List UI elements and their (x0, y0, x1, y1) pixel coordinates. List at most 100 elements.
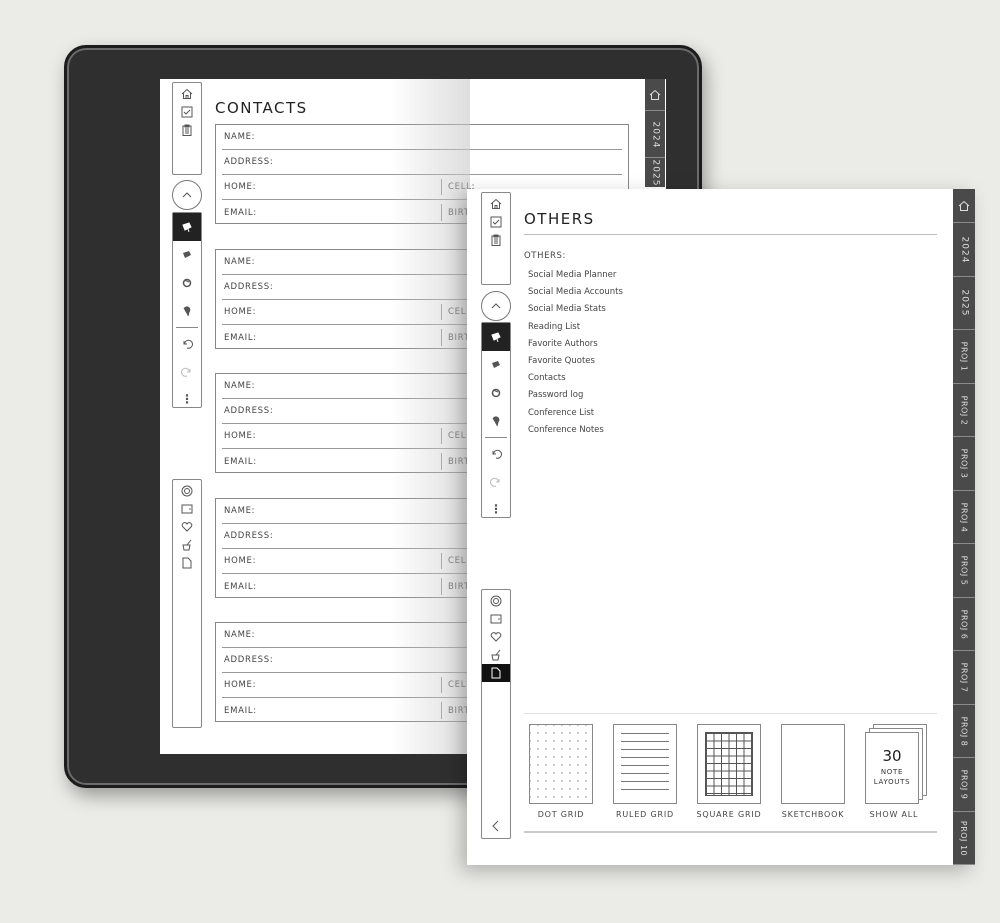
list-item[interactable]: Reading List (528, 319, 623, 336)
tab-proj-6[interactable]: PROJ 6 (953, 599, 975, 651)
tools-box: ⋮ (481, 322, 511, 518)
undo-icon[interactable] (482, 440, 510, 468)
undo-icon[interactable] (173, 330, 201, 358)
field-label: ADDRESS: (224, 406, 274, 416)
field-label: NAME: (224, 257, 256, 267)
tools-box: ⋮ (172, 212, 202, 408)
lasso-tool-icon[interactable] (173, 297, 201, 325)
home-icon[interactable] (482, 195, 510, 213)
tab-proj-4[interactable]: PROJ 4 (953, 492, 975, 544)
field-label: EMAIL: (224, 456, 257, 467)
field-label: ADDRESS: (224, 531, 274, 541)
list-item[interactable]: Password log (528, 387, 623, 404)
field-label: ADDRESS: (224, 157, 274, 167)
target-icon[interactable] (173, 482, 201, 500)
scroll-up-button[interactable] (481, 291, 511, 321)
tab-2024[interactable]: 2024 (645, 112, 665, 158)
field-label: NAME: (224, 132, 256, 142)
list-item[interactable]: Social Media Planner (528, 267, 623, 284)
list-item[interactable]: Favorite Quotes (528, 353, 623, 370)
more-options-icon[interactable]: ⋮ (482, 496, 510, 522)
checkbox-icon[interactable] (173, 103, 201, 121)
tab-home[interactable] (953, 189, 975, 223)
tab-2025[interactable]: 2025 (645, 159, 665, 187)
field-label: EMAIL: (224, 207, 257, 218)
list-item[interactable]: Conference Notes (528, 422, 623, 439)
page-title: CONTACTS (215, 99, 308, 117)
tab-home[interactable] (645, 79, 665, 111)
marker-tool-icon[interactable] (173, 241, 201, 269)
title-underline (524, 234, 937, 235)
field-label: EMAIL: (224, 705, 257, 716)
heart-icon[interactable] (173, 518, 201, 536)
home-icon[interactable] (173, 85, 201, 103)
tab-proj-2[interactable]: PROJ 2 (953, 385, 975, 437)
lasso-tool-icon[interactable] (482, 407, 510, 435)
note-page-icon[interactable] (482, 664, 510, 682)
tab-proj-5[interactable]: PROJ 5 (953, 545, 975, 598)
tab-proj-8[interactable]: PROJ 8 (953, 706, 975, 758)
top-nav-box (481, 192, 511, 285)
tab-2025[interactable]: 2025 (953, 278, 975, 330)
clipboard-icon[interactable] (482, 231, 510, 249)
list-item[interactable]: Social Media Stats (528, 301, 623, 318)
stacked-pages: 30 NOTE LAYOUTS (865, 724, 929, 804)
field-label: NAME: (224, 630, 256, 640)
layout-square-grid[interactable]: SQUARE GRID (694, 724, 764, 819)
layout-dot-grid[interactable]: DOT GRID (526, 724, 596, 819)
field-label: HOME: (224, 431, 257, 441)
more-options-icon[interactable]: ⋮ (173, 386, 201, 412)
tab-proj-1[interactable]: PROJ 1 (953, 331, 975, 384)
clipboard-icon[interactable] (173, 121, 201, 139)
target-icon[interactable] (482, 592, 510, 610)
heart-icon[interactable] (482, 628, 510, 646)
page-title: OTHERS (524, 210, 595, 228)
ruled-grid-thumb (613, 724, 677, 804)
field-label: ADDRESS: (224, 655, 274, 665)
field-label: HOME: (224, 307, 257, 317)
back-chevron-icon[interactable] (482, 818, 510, 834)
others-page: ⋮ OTHERS OTHERS: Social Media Planner So… (467, 189, 975, 865)
layout-show-all[interactable]: 30 NOTE LAYOUTS SHOW ALL (862, 724, 932, 819)
tab-proj-10[interactable]: PROJ 10 (953, 813, 975, 865)
tab-proj-7[interactable]: PROJ 7 (953, 652, 975, 705)
others-list: Social Media Planner Social Media Accoun… (528, 267, 623, 439)
layout-ruled-grid[interactable]: RULED GRID (610, 724, 680, 819)
checkbox-icon[interactable] (482, 213, 510, 231)
wallet-icon[interactable] (173, 500, 201, 518)
field-label: NAME: (224, 506, 256, 516)
square-grid-thumb (697, 724, 761, 804)
divider (485, 437, 507, 438)
pen-tool-icon[interactable] (482, 323, 510, 351)
field-label: NAME: (224, 381, 256, 391)
field-label: EMAIL: (224, 332, 257, 343)
pen-tool-icon[interactable] (173, 213, 201, 241)
marker-tool-icon[interactable] (482, 351, 510, 379)
tab-proj-9[interactable]: PROJ 9 (953, 759, 975, 812)
divider (176, 327, 198, 328)
pot-icon[interactable] (173, 536, 201, 554)
field-label: EMAIL: (224, 581, 257, 592)
field-label: HOME: (224, 680, 257, 690)
scroll-up-button[interactable] (172, 180, 202, 210)
note-layouts: DOT GRID RULED GRID SQUARE GRID SKETCHBO… (524, 713, 937, 833)
tab-proj-3[interactable]: PROJ 3 (953, 438, 975, 491)
list-item[interactable]: Conference List (528, 405, 623, 422)
wallet-icon[interactable] (482, 610, 510, 628)
redo-icon[interactable] (482, 468, 510, 496)
eraser-tool-icon[interactable] (482, 379, 510, 407)
section-label: OTHERS: (524, 251, 567, 261)
list-item[interactable]: Favorite Authors (528, 336, 623, 353)
layout-sketchbook[interactable]: SKETCHBOOK (778, 724, 848, 819)
others-side-tabs: 2024 2025 PROJ 1 PROJ 2 PROJ 3 PROJ 4 PROJ 5 PR… (953, 189, 975, 865)
eraser-tool-icon[interactable] (173, 269, 201, 297)
list-item[interactable]: Contacts (528, 370, 623, 387)
redo-icon[interactable] (173, 358, 201, 386)
bottom-nav-box (481, 589, 511, 839)
bottom-nav-box (172, 479, 202, 728)
note-page-icon[interactable] (173, 554, 201, 572)
list-item[interactable]: Social Media Accounts (528, 284, 623, 301)
tab-2024[interactable]: 2024 (953, 224, 975, 277)
field-label: HOME: (224, 182, 257, 192)
pot-icon[interactable] (482, 646, 510, 664)
